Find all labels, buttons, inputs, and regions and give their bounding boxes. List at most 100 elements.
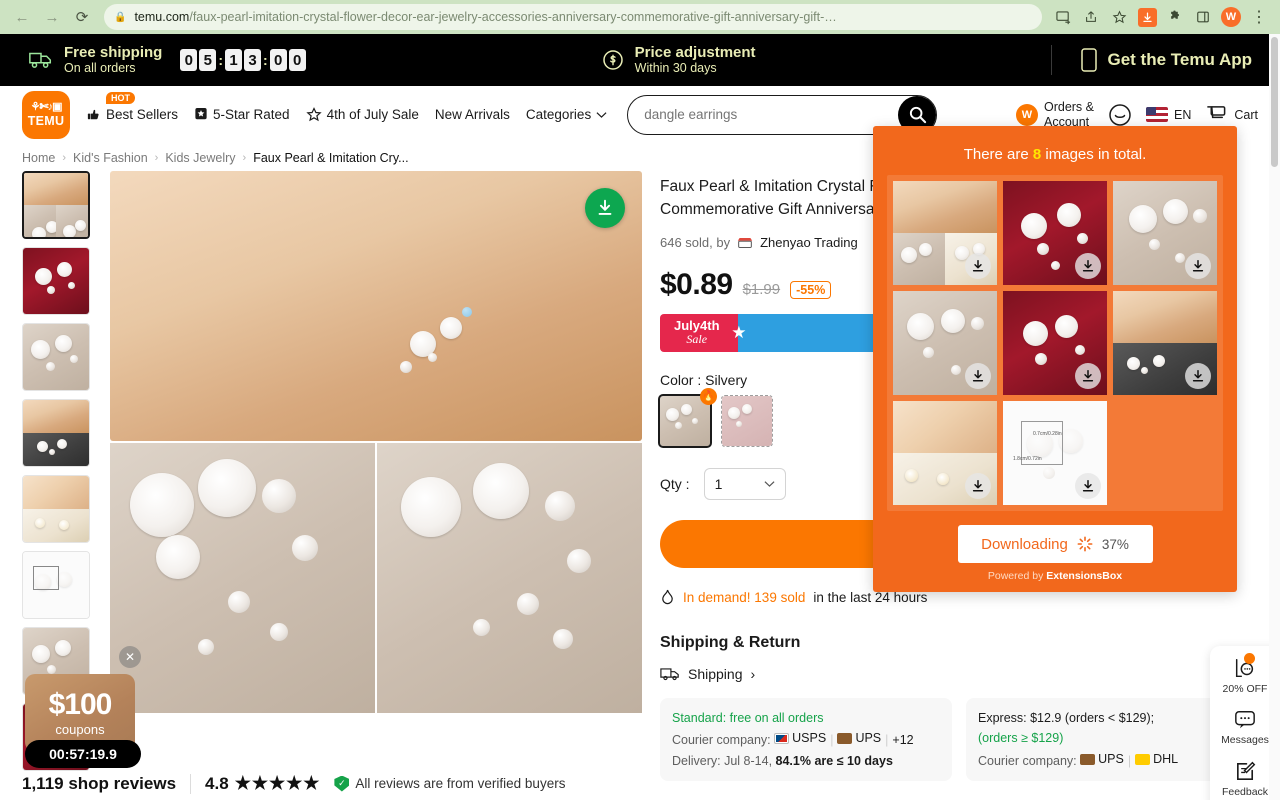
product-gallery	[110, 171, 642, 781]
promo-free-shipping-title: Free shipping	[64, 43, 163, 61]
download-icon[interactable]	[1185, 253, 1211, 279]
float-messages[interactable]: Messages	[1221, 709, 1269, 746]
thumbnail-1[interactable]	[22, 171, 90, 239]
install-app-icon[interactable]	[1050, 4, 1076, 30]
support-smiley-button[interactable]	[1108, 103, 1132, 127]
countdown-digit: 0	[180, 49, 198, 71]
float-20-percent-off[interactable]: 20% OFF	[1223, 653, 1267, 695]
avatar-initial: W	[1221, 7, 1241, 27]
promo-free-shipping[interactable]: Free shipping On all orders 05:13:00	[28, 44, 306, 76]
download-extension-popup[interactable]: There are 8 images in total. 1.8cm/0.72i…	[873, 126, 1237, 592]
nav-new-arrivals[interactable]: New Arrivals	[435, 107, 510, 122]
download-status-button[interactable]: Downloading 37%	[957, 525, 1153, 563]
back-arrow-icon[interactable]: ←	[8, 3, 36, 31]
countdown-digit: 0	[288, 49, 306, 71]
forward-arrow-icon[interactable]: →	[38, 3, 66, 31]
reload-icon[interactable]: ⟳	[68, 3, 96, 31]
reviews-summary: 1,119 shop reviews 4.8 ★★★★★ ✓ All revie…	[22, 773, 565, 794]
thumbnail-3[interactable]	[22, 323, 90, 391]
nav-categories[interactable]: Categories	[526, 107, 607, 122]
price-tag-coin-icon	[602, 50, 623, 70]
star-icon[interactable]	[1106, 4, 1132, 30]
cart-icon	[1207, 106, 1226, 119]
download-circle-icon[interactable]	[585, 188, 625, 228]
shipping-card-standard[interactable]: Standard: free on all orders Courier com…	[660, 697, 952, 782]
download-icon[interactable]	[965, 473, 991, 499]
search-input[interactable]	[644, 107, 937, 122]
shipping-link[interactable]: Shipping ›	[660, 666, 1258, 682]
float-feedback[interactable]: Feedback	[1222, 760, 1268, 798]
gallery-image-3[interactable]	[377, 443, 642, 713]
download-icon[interactable]	[965, 363, 991, 389]
address-bar-text: temu.com/faux-pearl-imitation-crystal-fl…	[134, 10, 836, 24]
share-icon[interactable]	[1078, 4, 1104, 30]
popup-image-5[interactable]	[1003, 291, 1107, 395]
popup-image-6[interactable]	[1113, 291, 1217, 395]
thumbnail-4[interactable]	[22, 399, 90, 467]
reviews-divider	[190, 773, 192, 794]
download-icon[interactable]	[1075, 363, 1101, 389]
orders-and-account[interactable]: W Orders & Account	[1015, 100, 1094, 129]
breadcrumb-kids-jewelry[interactable]: Kids Jewelry	[165, 151, 235, 165]
promo-price-adjustment[interactable]: Price adjustment Within 30 days	[601, 44, 756, 76]
countdown-colon: :	[218, 52, 224, 68]
address-bar[interactable]: 🔒 temu.com/faux-pearl-imitation-crystal-…	[104, 4, 1042, 30]
phone-icon	[1080, 48, 1097, 72]
popup-image-7[interactable]	[893, 401, 997, 505]
breadcrumb-home[interactable]: Home	[22, 151, 55, 165]
nav-4th-of-july-sale[interactable]: 4th of July Sale	[305, 106, 419, 123]
cart-button[interactable]: Cart	[1205, 104, 1258, 125]
thumbnail-5[interactable]	[22, 475, 90, 543]
popup-image-4[interactable]	[893, 291, 997, 395]
download-icon[interactable]	[1185, 363, 1211, 389]
coupon-floater[interactable]: ✕ $100 coupons 00:57:19.9	[25, 646, 141, 768]
verified-buyers-note: ✓ All reviews are from verified buyers	[334, 775, 565, 792]
hero-image[interactable]	[110, 171, 642, 441]
scrollbar-thumb[interactable]	[1271, 37, 1278, 167]
breadcrumb-separator: ›	[62, 152, 67, 164]
gallery-image-2[interactable]	[110, 443, 375, 713]
coupon-label: coupons	[55, 721, 105, 737]
float-messages-label: Messages	[1221, 734, 1269, 746]
nav-best-sellers[interactable]: Best Sellers HOT	[86, 92, 178, 122]
lock-icon: 🔒	[114, 11, 127, 23]
popup-image-8[interactable]: 1.8cm/0.72in 0.7cm/0.28in	[1003, 401, 1107, 505]
download-extension-icon[interactable]	[1134, 4, 1160, 30]
close-icon[interactable]: ✕	[119, 646, 141, 668]
countdown-digit: 3	[244, 49, 262, 71]
page-scrollbar[interactable]	[1269, 34, 1280, 800]
promo-get-app[interactable]: Get the Temu App	[1080, 47, 1253, 73]
quantity-stepper[interactable]: 1	[703, 467, 786, 500]
download-popup-title: There are 8 images in total.	[887, 136, 1223, 175]
color-swatch-silvery[interactable]: 🔥	[658, 387, 717, 448]
profile-avatar[interactable]: W	[1218, 4, 1244, 30]
color-swatch-alt[interactable]	[721, 394, 773, 447]
header-right-group: W Orders & Account EN Cart	[1015, 100, 1258, 129]
kebab-menu-icon[interactable]: ⋮	[1246, 4, 1272, 30]
puzzle-extension-icon[interactable]	[1162, 4, 1188, 30]
download-title-prefix: There are	[963, 146, 1029, 163]
temu-logo[interactable]: ⚘✄♪▣ TEMU	[22, 90, 70, 139]
current-price: $0.89	[660, 267, 733, 301]
july4-line-2: Sale	[686, 332, 708, 347]
download-icon[interactable]	[965, 253, 991, 279]
nav-5-star-rated[interactable]: 5-Star Rated	[194, 107, 290, 122]
popup-image-2[interactable]	[1003, 181, 1107, 285]
standard-courier-label: Courier company:	[672, 732, 771, 747]
store-name[interactable]: Zhenyao Trading	[760, 235, 858, 250]
promo-price-adjustment-title: Price adjustment	[634, 43, 756, 61]
thumbnail-6[interactable]	[22, 551, 90, 619]
popup-image-3[interactable]	[1113, 181, 1217, 285]
promo-get-app-label: Get the Temu App	[1107, 50, 1253, 69]
side-panel-icon[interactable]	[1190, 4, 1216, 30]
breadcrumb-kids-fashion[interactable]: Kid's Fashion	[73, 151, 148, 165]
popup-image-1[interactable]	[893, 181, 997, 285]
carrier-usps: USPS	[792, 731, 827, 746]
shipping-link-label: Shipping	[688, 665, 743, 682]
thumbnail-2[interactable]	[22, 247, 90, 315]
delivery-rate: 84.1% are ≤ 10 days	[775, 753, 893, 768]
download-icon[interactable]	[1075, 473, 1101, 499]
download-icon[interactable]	[1075, 253, 1101, 279]
reviews-count[interactable]: 1,119 shop reviews	[22, 774, 176, 794]
language-selector[interactable]: EN	[1146, 107, 1191, 122]
